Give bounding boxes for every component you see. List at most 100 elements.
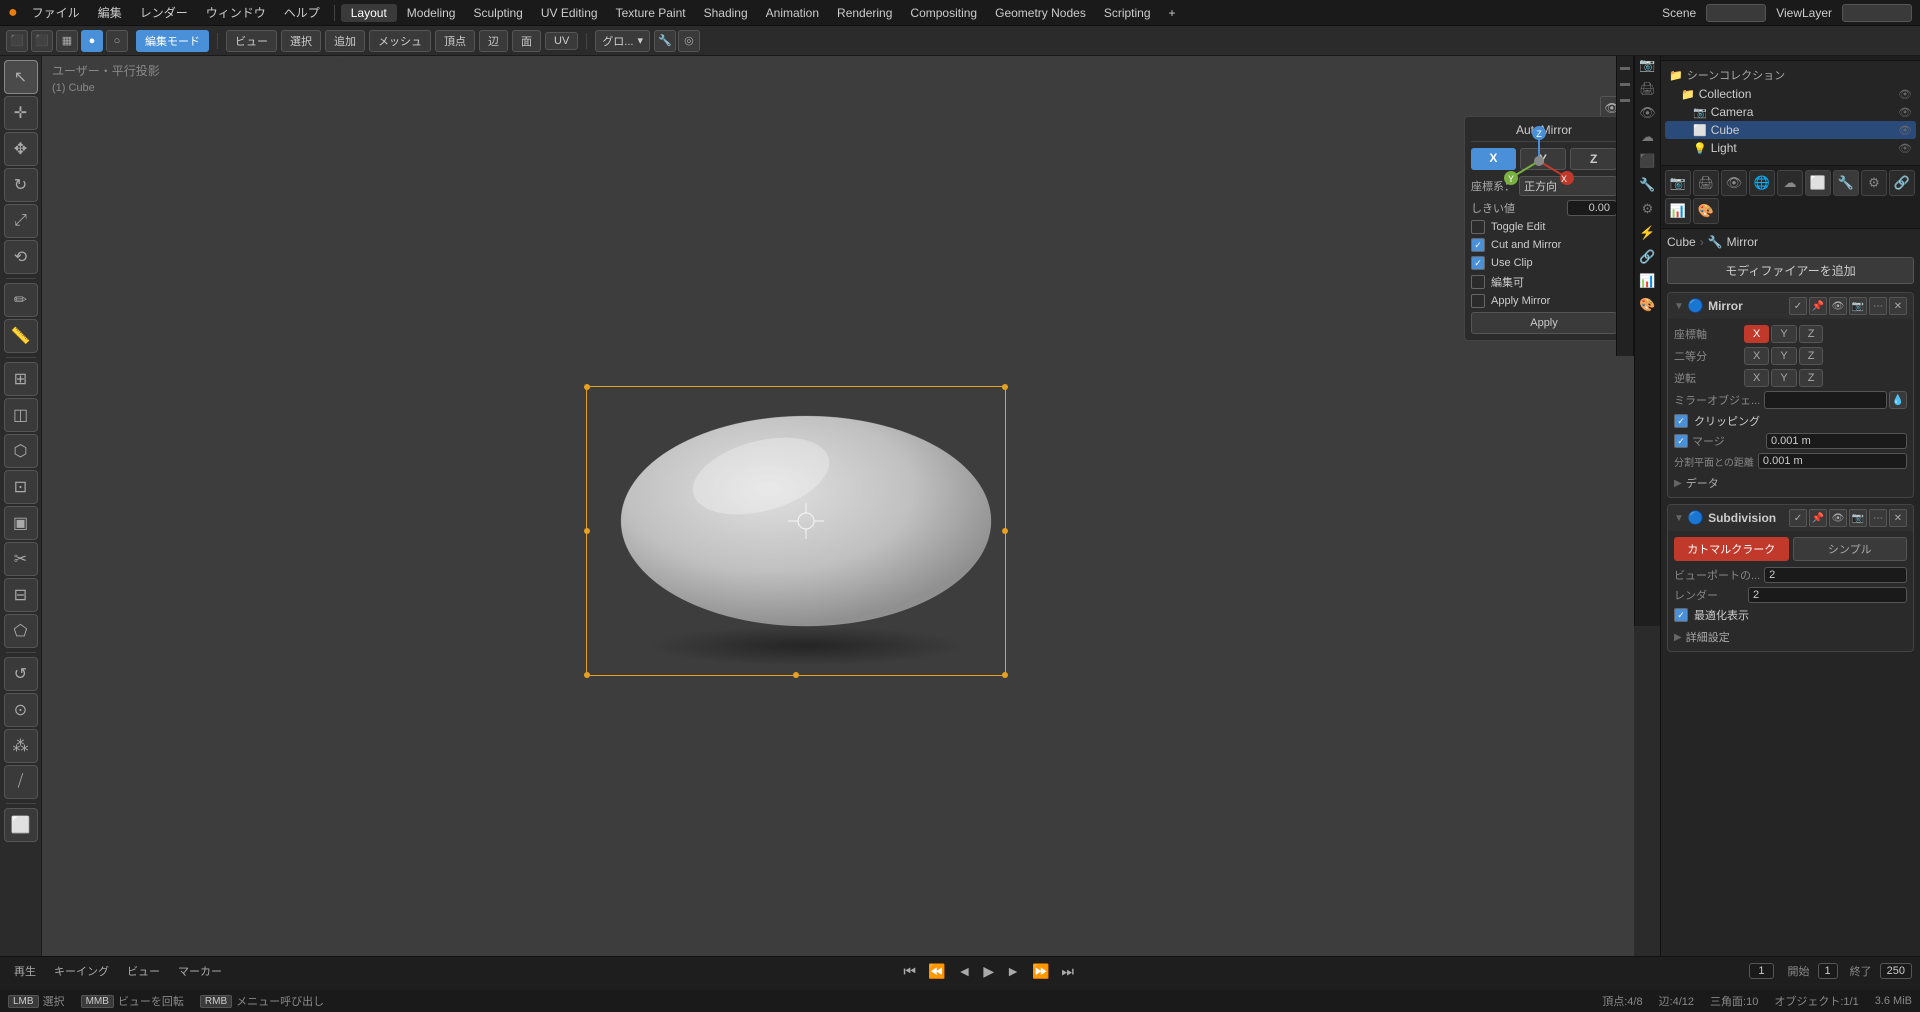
view-menu[interactable]: ビュー <box>226 30 277 52</box>
mirror-bisect-z[interactable]: Z <box>1799 347 1824 365</box>
mirror-axis-x[interactable]: X <box>1744 325 1769 343</box>
side-icon-view[interactable]: 👁 <box>1637 102 1659 124</box>
mirror-expand2-btn[interactable]: ⋯ <box>1869 297 1887 315</box>
sub-expand2-btn[interactable]: ⋯ <box>1869 509 1887 527</box>
cut-mirror-checkbox[interactable]: ✓ <box>1471 238 1485 252</box>
viewport-value[interactable]: 2 <box>1764 567 1907 583</box>
apply-button[interactable]: Apply <box>1471 312 1617 334</box>
select-menu[interactable]: 選択 <box>281 30 321 52</box>
tool-transform[interactable]: ⟲ <box>4 240 38 274</box>
tab-add[interactable]: + <box>1161 4 1184 22</box>
step-forward-btn[interactable]: ► <box>1003 963 1023 979</box>
tool-inset[interactable]: ◫ <box>4 398 38 432</box>
overlay-3[interactable]: ▬ <box>1618 92 1632 106</box>
mirror-card-header[interactable]: ▼ 🔵 Mirror ✓ 📌 👁 📷 ⋯ ✕ <box>1668 293 1913 319</box>
side-icon-world[interactable]: ☁ <box>1637 126 1659 148</box>
tool-bevel[interactable]: ⬡ <box>4 434 38 468</box>
tab-uv-editing[interactable]: UV Editing <box>533 4 606 22</box>
prop-output-tab[interactable]: 🖨 <box>1693 170 1719 196</box>
prev-keyframe-btn[interactable]: ⏪ <box>925 963 948 980</box>
tool-measure[interactable]: 📏 <box>4 319 38 353</box>
simple-btn[interactable]: シンプル <box>1793 537 1908 561</box>
mirror-render-btn[interactable]: 📷 <box>1849 297 1867 315</box>
face-menu[interactable]: 面 <box>512 30 541 52</box>
scene-selector[interactable] <box>1706 4 1766 22</box>
tool-select[interactable]: ↖ <box>4 60 38 94</box>
timeline-view-menu[interactable]: ビュー <box>121 962 166 980</box>
merge-checkbox[interactable]: ✓ <box>1674 434 1688 448</box>
apply-mirror-checkbox[interactable] <box>1471 294 1485 308</box>
viewlayer-selector[interactable] <box>1842 4 1912 22</box>
data-section[interactable]: ▶ データ <box>1674 475 1907 491</box>
tool-spin[interactable]: ↺ <box>4 657 38 691</box>
breadcrumb-root[interactable]: Cube <box>1667 235 1696 249</box>
sub-pin-btn[interactable]: 📌 <box>1809 509 1827 527</box>
prop-modifier-tab[interactable]: 🔧 <box>1833 170 1859 196</box>
cube-visibility[interactable]: 👁 <box>1898 124 1912 137</box>
viewport-icon-5[interactable]: ○ <box>106 30 128 52</box>
viewport-icon[interactable]: ⬛ <box>6 30 28 52</box>
optimize-checkbox[interactable]: ✓ <box>1674 608 1688 622</box>
add-modifier-button[interactable]: モディファイアーを追加 <box>1667 257 1914 284</box>
prop-render-tab[interactable]: 📷 <box>1665 170 1691 196</box>
tool-smooth[interactable]: ⊙ <box>4 693 38 727</box>
menu-edit[interactable]: 編集 <box>90 2 130 23</box>
tab-modeling[interactable]: Modeling <box>399 4 464 22</box>
mirror-flip-x[interactable]: X <box>1744 369 1769 387</box>
prop-mat-tab[interactable]: 🎨 <box>1693 198 1719 224</box>
tool-knife[interactable]: ✂ <box>4 542 38 576</box>
tool-shear[interactable]: ⧸ <box>4 765 38 799</box>
proportional-btn[interactable]: ◎ <box>678 30 700 52</box>
jump-end-btn[interactable]: ⏭ <box>1058 963 1077 980</box>
merge-value[interactable]: 0.001 m <box>1766 433 1907 449</box>
transform-dropdown[interactable]: グロ... ▾ <box>595 30 650 52</box>
side-icon-object[interactable]: ⬛ <box>1637 150 1659 172</box>
tool-rotate[interactable]: ↻ <box>4 168 38 202</box>
use-clip-checkbox[interactable]: ✓ <box>1471 256 1485 270</box>
mirror-flip-z[interactable]: Z <box>1799 369 1824 387</box>
prop-view-tab[interactable]: 👁 <box>1721 170 1747 196</box>
tool-offset[interactable]: ▣ <box>4 506 38 540</box>
tab-animation[interactable]: Animation <box>758 4 827 22</box>
tab-texture-paint[interactable]: Texture Paint <box>608 4 694 22</box>
prop-world-tab[interactable]: ☁ <box>1777 170 1803 196</box>
snap-btn[interactable]: 🔧 <box>654 30 676 52</box>
editable-checkbox[interactable] <box>1471 275 1485 289</box>
timeline-keyframing-menu[interactable]: キーイング <box>48 962 115 980</box>
clipping-checkbox[interactable]: ✓ <box>1674 414 1688 428</box>
tool-extrude[interactable]: ⊞ <box>4 362 38 396</box>
tab-compositing[interactable]: Compositing <box>902 4 985 22</box>
menu-window[interactable]: ウィンドウ <box>198 2 274 23</box>
tool-scale[interactable]: ⤢ <box>4 204 38 238</box>
tab-layout[interactable]: Layout <box>341 4 397 22</box>
side-icon-particles[interactable]: ⚙ <box>1637 198 1659 220</box>
side-icon-constraints[interactable]: 🔗 <box>1637 246 1659 268</box>
detail-section[interactable]: ▶ 詳細設定 <box>1674 629 1907 645</box>
side-icon-physics[interactable]: ⚡ <box>1637 222 1659 244</box>
uv-menu[interactable]: UV <box>545 32 578 50</box>
mirror-bisect-y[interactable]: Y <box>1771 347 1796 365</box>
menu-help[interactable]: ヘルプ <box>276 2 328 23</box>
start-frame-input[interactable]: 1 <box>1818 963 1838 979</box>
step-back-btn[interactable]: ◄ <box>954 963 974 979</box>
prop-data-tab[interactable]: 📊 <box>1665 198 1691 224</box>
mirror-obj-eyedropper[interactable]: 💧 <box>1889 391 1907 409</box>
light-visibility[interactable]: 👁 <box>1898 142 1912 155</box>
mirror-pin-btn[interactable]: 📌 <box>1809 297 1827 315</box>
prop-object-tab[interactable]: ⬜ <box>1805 170 1831 196</box>
mirror-eye-btn[interactable]: 👁 <box>1829 297 1847 315</box>
tab-rendering[interactable]: Rendering <box>829 4 900 22</box>
tab-sculpting[interactable]: Sculpting <box>465 4 530 22</box>
overlay-2[interactable]: ▬ <box>1618 76 1632 90</box>
mirror-flip-y[interactable]: Y <box>1771 369 1796 387</box>
collection-item-camera[interactable]: 📷 Camera 👁 <box>1665 103 1916 121</box>
overlay-1[interactable]: ▬ <box>1618 60 1632 74</box>
jump-start-btn[interactable]: ⏮ <box>900 963 919 980</box>
mirror-close-btn[interactable]: ✕ <box>1889 297 1907 315</box>
toggle-edit-checkbox[interactable] <box>1471 220 1485 234</box>
tool-move[interactable]: ✥ <box>4 132 38 166</box>
menu-file[interactable]: ファイル <box>24 2 88 23</box>
tool-add-cube[interactable]: ⬜ <box>4 808 38 842</box>
collection-visibility[interactable]: 👁 <box>1898 88 1912 101</box>
camera-visibility[interactable]: 👁 <box>1898 106 1912 119</box>
